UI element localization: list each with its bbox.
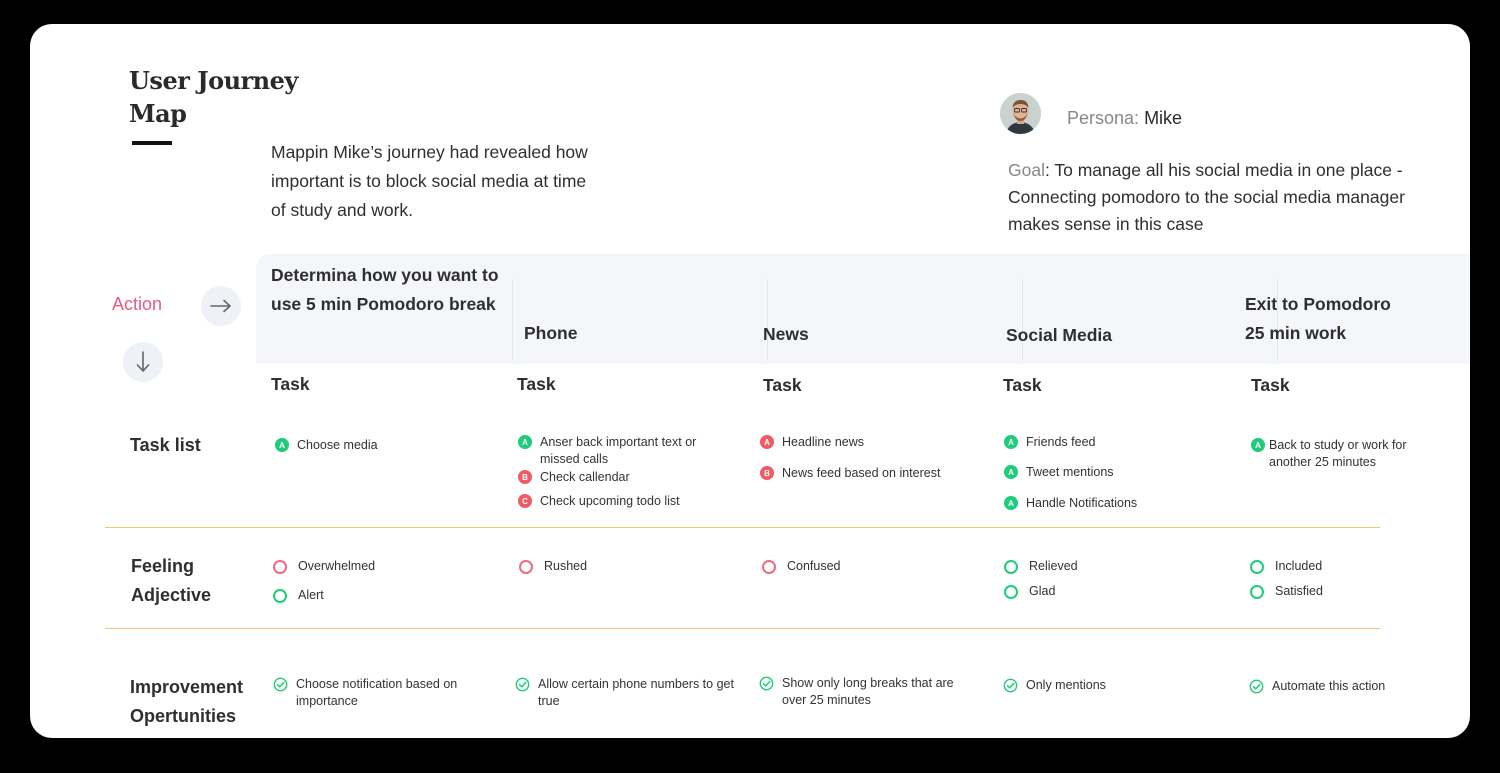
task-header: Task [1251,375,1290,395]
feeling-item: Overwhelmed [273,558,375,575]
improvement-item: Automate this action [1249,678,1419,695]
stage-action-title: Determina how you want to use 5 min Pomo… [271,265,499,314]
avatar [1000,93,1041,134]
improvement-item: Choose notification based on importance [273,676,473,710]
arrow-down-icon [136,351,150,372]
persona-line: Persona: Mike [1067,108,1182,129]
positive-feeling-icon [1250,560,1264,574]
feeling-item: Glad [1004,583,1055,600]
task-item: A Choose media [275,437,475,454]
task-item: C Check upcoming todo list [518,493,738,510]
stage-action-title: Phone [524,323,578,343]
task-badge: A [518,435,532,449]
feeling-item: Confused [762,558,841,575]
task-header: Task [763,375,802,395]
negative-feeling-icon [273,560,287,574]
row-label-feeling: Feeling Adjective [131,556,212,605]
task-item: A Tweet mentions [1004,464,1224,481]
next-stage-button[interactable] [201,286,241,326]
check-circle-icon [515,677,530,692]
improvement-item: Only mentions [1003,677,1203,694]
task-badge: B [518,470,532,484]
page-title: User Journey Map [129,66,298,128]
improvement-item: Show only long breaks that are over 25 m… [759,675,979,709]
positive-feeling-icon [273,589,287,603]
feeling-item: Satisfied [1250,583,1323,600]
task-header: Task [1003,375,1042,395]
goal-text: : To manage all his social media in one … [1008,160,1405,234]
row-label-improvement: Improvement Opertunities [130,677,244,726]
avatar-image [1000,93,1041,134]
feeling-item: Relieved [1004,558,1078,575]
intro-text: Mappin Mike’s journey had revealed how i… [271,142,588,220]
stage-action-title: Exit to Pomodoro 25 min work [1245,294,1391,343]
positive-feeling-icon [1004,560,1018,574]
scroll-down-button[interactable] [123,342,163,382]
improvement-item: Allow certain phone numbers to get true [515,676,740,710]
task-badge: A [1004,435,1018,449]
arrow-right-icon [210,299,231,313]
row-label-action: Action [112,294,163,314]
task-header: Task [517,374,556,394]
stage-action-title: News [763,324,809,344]
row-label-task-list: Task list [130,435,201,455]
check-circle-icon [273,677,288,692]
task-item: A Anser back important text or missed ca… [518,434,738,468]
positive-feeling-icon [1250,585,1264,599]
negative-feeling-icon [519,560,533,574]
task-badge: A [1004,496,1018,510]
task-item: A Back to study or work for another 25 m… [1251,437,1421,471]
task-item: A Friends feed [1004,434,1224,451]
feeling-item: Rushed [519,558,587,575]
feeling-item: Included [1250,558,1322,575]
task-item: B Check callendar [518,469,738,486]
persona-name: Mike [1144,108,1183,128]
task-badge: B [760,466,774,480]
goal-label: Goal [1008,160,1045,180]
stage-action-title: Social Media [1006,325,1113,345]
positive-feeling-icon [1004,585,1018,599]
row-divider [105,628,1380,629]
check-circle-icon [1249,679,1264,694]
task-item: B News feed based on interest [760,465,980,482]
column-divider [512,279,513,361]
check-circle-icon [759,676,774,691]
task-item: A Handle Notifications [1004,495,1224,512]
task-badge: A [1004,465,1018,479]
check-circle-icon [1003,678,1018,693]
persona-goal: Goal: To manage all his social media in … [1008,157,1428,238]
task-badge: C [518,494,532,508]
feeling-item: Alert [273,587,324,604]
persona-label: Persona: [1067,108,1140,128]
journey-map-card: User Journey Map Mappin Mike’s journey h… [30,24,1470,738]
task-badge: A [1251,438,1265,452]
negative-feeling-icon [762,560,776,574]
task-item: A Headline news [760,434,980,451]
task-badge: A [275,438,289,452]
task-header: Task [271,374,310,394]
title-underline [132,141,172,145]
row-divider [105,527,1380,528]
task-badge: A [760,435,774,449]
